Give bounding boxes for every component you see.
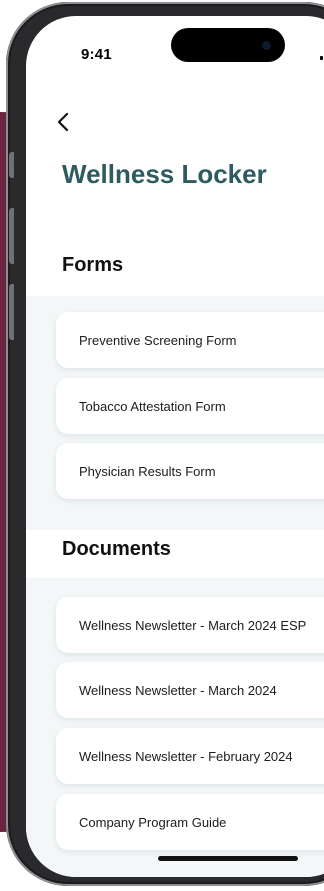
chevron-left-icon <box>57 112 69 132</box>
status-time: 9:41 <box>81 46 112 63</box>
page-title: Wellness Locker <box>62 159 267 189</box>
stage: 9:41 Wellness Locker Forms Preventive Sc… <box>0 0 324 891</box>
phone-frame: 9:41 Wellness Locker Forms Preventive Sc… <box>6 2 324 886</box>
form-tobacco-attestation[interactable]: Tobacco Attestation Form <box>56 378 324 434</box>
forms-heading: Forms <box>62 254 124 276</box>
volume-up-button <box>9 208 14 264</box>
document-newsletter-march-2024[interactable]: Wellness Newsletter - March 2024 <box>56 662 324 718</box>
dynamic-island <box>171 28 285 62</box>
volume-down-button <box>9 284 14 340</box>
signal-icon <box>320 50 324 60</box>
camera-icon <box>262 41 271 50</box>
back-button[interactable] <box>56 108 84 136</box>
documents-heading: Documents <box>62 538 171 560</box>
phone-screen: 9:41 Wellness Locker Forms Preventive Sc… <box>26 16 324 877</box>
form-physician-results[interactable]: Physician Results Form <box>56 443 324 499</box>
document-company-program-guide[interactable]: Company Program Guide <box>56 794 324 850</box>
document-newsletter-march-2024-esp[interactable]: Wellness Newsletter - March 2024 ESP <box>56 597 324 653</box>
home-indicator[interactable] <box>158 856 298 861</box>
silent-switch <box>9 152 14 178</box>
form-preventive-screening[interactable]: Preventive Screening Form <box>56 312 324 368</box>
document-newsletter-february-2024[interactable]: Wellness Newsletter - February 2024 <box>56 728 324 784</box>
